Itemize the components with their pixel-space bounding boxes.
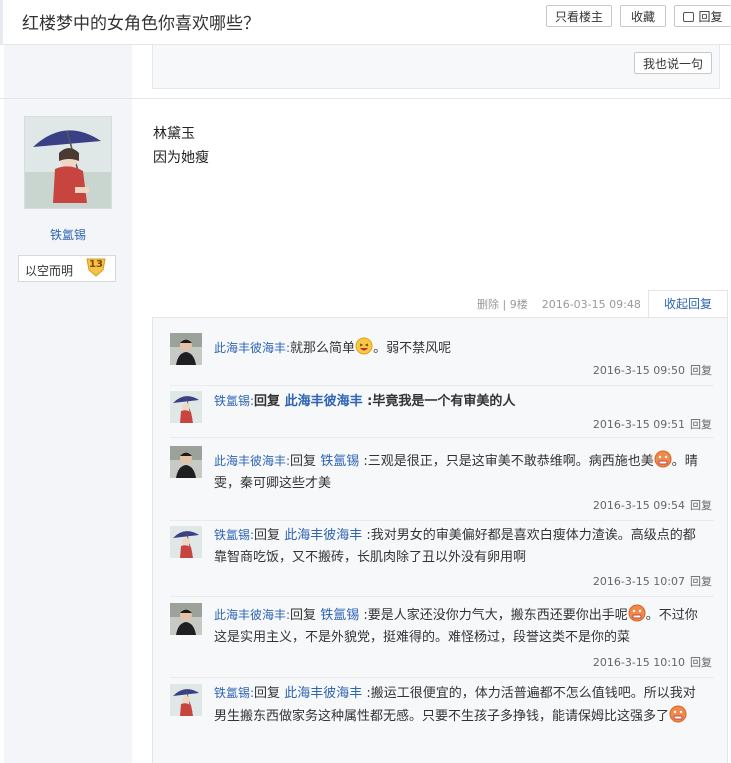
- comment-text: 铁氲锡:回复 此海丰彼海丰 :我对男女的审美偏好都是喜欢白瘦体力渣诶。高级点的都…: [214, 524, 708, 569]
- tail-separator: |: [502, 298, 510, 311]
- author-avatar[interactable]: [24, 116, 112, 209]
- comment-divider: [170, 437, 714, 438]
- delete-link[interactable]: 删除: [477, 298, 499, 311]
- grimace-face-icon: [654, 450, 672, 468]
- comment-username[interactable]: 铁氲锡:: [214, 686, 254, 700]
- comment-username[interactable]: 铁氲锡:: [214, 394, 254, 408]
- comment-divider: [170, 385, 714, 386]
- only-op-button[interactable]: 只看楼主: [546, 5, 612, 27]
- comment-text: 此海丰彼海丰:就那么简单 。弱不禁风呢: [214, 337, 708, 360]
- comment-fragment: :三观是很正，只是这审美不敢恭维啊。病西施也美: [359, 454, 654, 469]
- comment-username[interactable]: 此海丰彼海丰:: [214, 454, 290, 468]
- comment-username[interactable]: 铁氲锡:: [214, 528, 254, 542]
- thread-title: 红楼梦中的女角色你喜欢哪些？: [22, 14, 260, 34]
- comment-meta: 2016-3-15 10:10 回复: [593, 654, 712, 670]
- tail-gap: [531, 298, 538, 311]
- comment-fragment: 回复: [290, 454, 321, 469]
- add-comment-button[interactable]: 我也说一句: [634, 52, 712, 74]
- comment-fragment: 。弱不禁风呢: [373, 341, 452, 356]
- comment-username[interactable]: 此海丰彼海丰:: [214, 608, 290, 622]
- reply-target-user[interactable]: 铁氲锡: [320, 608, 359, 623]
- comment-avatar[interactable]: [170, 446, 202, 478]
- comment-time: 2016-3-15 09:50: [592, 364, 685, 377]
- comment-text: 此海丰彼海丰:回复 铁氲锡 :要是人家还没你力气大，搬东西还要你出手呢 。不过你这…: [214, 604, 708, 649]
- reply-target-user[interactable]: 此海丰彼海丰: [285, 394, 363, 409]
- comment-meta: 2016-3-15 09:51 回复: [593, 416, 712, 432]
- comment-reply-link[interactable]: 回复: [690, 418, 712, 431]
- reply-button-label: 回复: [698, 10, 723, 24]
- comment-time: 2016-3-15 10:07: [592, 575, 685, 588]
- comment-divider: [170, 520, 714, 521]
- comment-avatar[interactable]: [170, 684, 202, 716]
- comment-divider: [170, 677, 714, 678]
- comment-meta: 2016-3-15 09:50 回复: [593, 362, 712, 378]
- post-content-line: 因为她瘦: [153, 150, 209, 166]
- avatar-girl-umbrella-image: [25, 117, 111, 208]
- comment-fragment: 回复: [254, 686, 285, 701]
- comment-avatar[interactable]: [170, 333, 202, 365]
- reply-target-user[interactable]: 此海丰彼海丰: [284, 686, 362, 701]
- comment-text: 铁氲锡:回复 此海丰彼海丰 :搬运工很便宜的，体力活普遍都不怎么值钱吧。所以我对…: [214, 682, 708, 728]
- reply-target-user[interactable]: 铁氲锡: [320, 454, 359, 469]
- comment-text: 铁氲锡:回复 此海丰彼海丰 :毕竟我是一个有审美的人: [214, 390, 708, 413]
- comment-fragment: :要是人家还没你力气大，搬东西还要你出手呢: [359, 608, 628, 623]
- comment-text: 此海丰彼海丰:回复 铁氲锡 :三观是很正，只是这审美不敢恭维啊。病西施也美 。晴雯…: [214, 450, 708, 495]
- grimace-face-icon: [628, 604, 646, 622]
- comment-fragment: :毕竟我是一个有审美的人: [362, 394, 516, 409]
- comment-meta: 2016-3-15 10:07 回复: [593, 573, 712, 589]
- post-tail: 删除 | 9楼 2016-03-15 09:48: [477, 296, 641, 312]
- comment-avatar[interactable]: [170, 391, 202, 423]
- laughing-face-icon: [355, 337, 373, 355]
- comment-fragment: 回复: [290, 608, 321, 623]
- reply-button[interactable]: 回复: [674, 5, 731, 27]
- comment-username[interactable]: 此海丰彼海丰:: [214, 341, 290, 355]
- author-name[interactable]: 铁氲锡: [0, 226, 136, 243]
- collapse-replies-tab[interactable]: 收起回复: [648, 290, 728, 318]
- favorite-button[interactable]: 收藏: [620, 5, 666, 27]
- comment-time: 2016-3-15 09:51: [592, 418, 685, 431]
- comment-fragment: 就那么简单: [290, 341, 356, 356]
- comment-avatar[interactable]: [170, 603, 202, 635]
- comment-avatar[interactable]: [170, 526, 202, 558]
- comment-divider: [170, 596, 714, 597]
- floor-number: 9楼: [509, 298, 528, 311]
- reply-target-user[interactable]: 此海丰彼海丰: [284, 528, 362, 543]
- comment-reply-link[interactable]: 回复: [690, 499, 712, 512]
- header-edge: [0, 0, 3, 44]
- post-time: 2016-03-15 09:48: [541, 298, 641, 311]
- comment-fragment: 回复: [254, 528, 285, 543]
- grimace-face-icon: [669, 705, 687, 723]
- comment-reply-link[interactable]: 回复: [690, 364, 712, 377]
- prev-floor-sidebar: [4, 45, 132, 98]
- post-content-line: 林黛玉: [153, 126, 195, 142]
- comment-icon: [683, 12, 695, 22]
- comment-meta: 2016-3-15 09:54 回复: [593, 497, 712, 513]
- comment-reply-link[interactable]: 回复: [690, 575, 712, 588]
- badge-level: 13: [89, 259, 103, 270]
- badge-label: 以空而明: [25, 264, 74, 278]
- comment-time: 2016-3-15 10:10: [592, 656, 685, 669]
- comment-reply-link[interactable]: 回复: [690, 656, 712, 669]
- comment-fragment: 回复: [254, 394, 285, 409]
- comment-time: 2016-3-15 09:54: [592, 499, 685, 512]
